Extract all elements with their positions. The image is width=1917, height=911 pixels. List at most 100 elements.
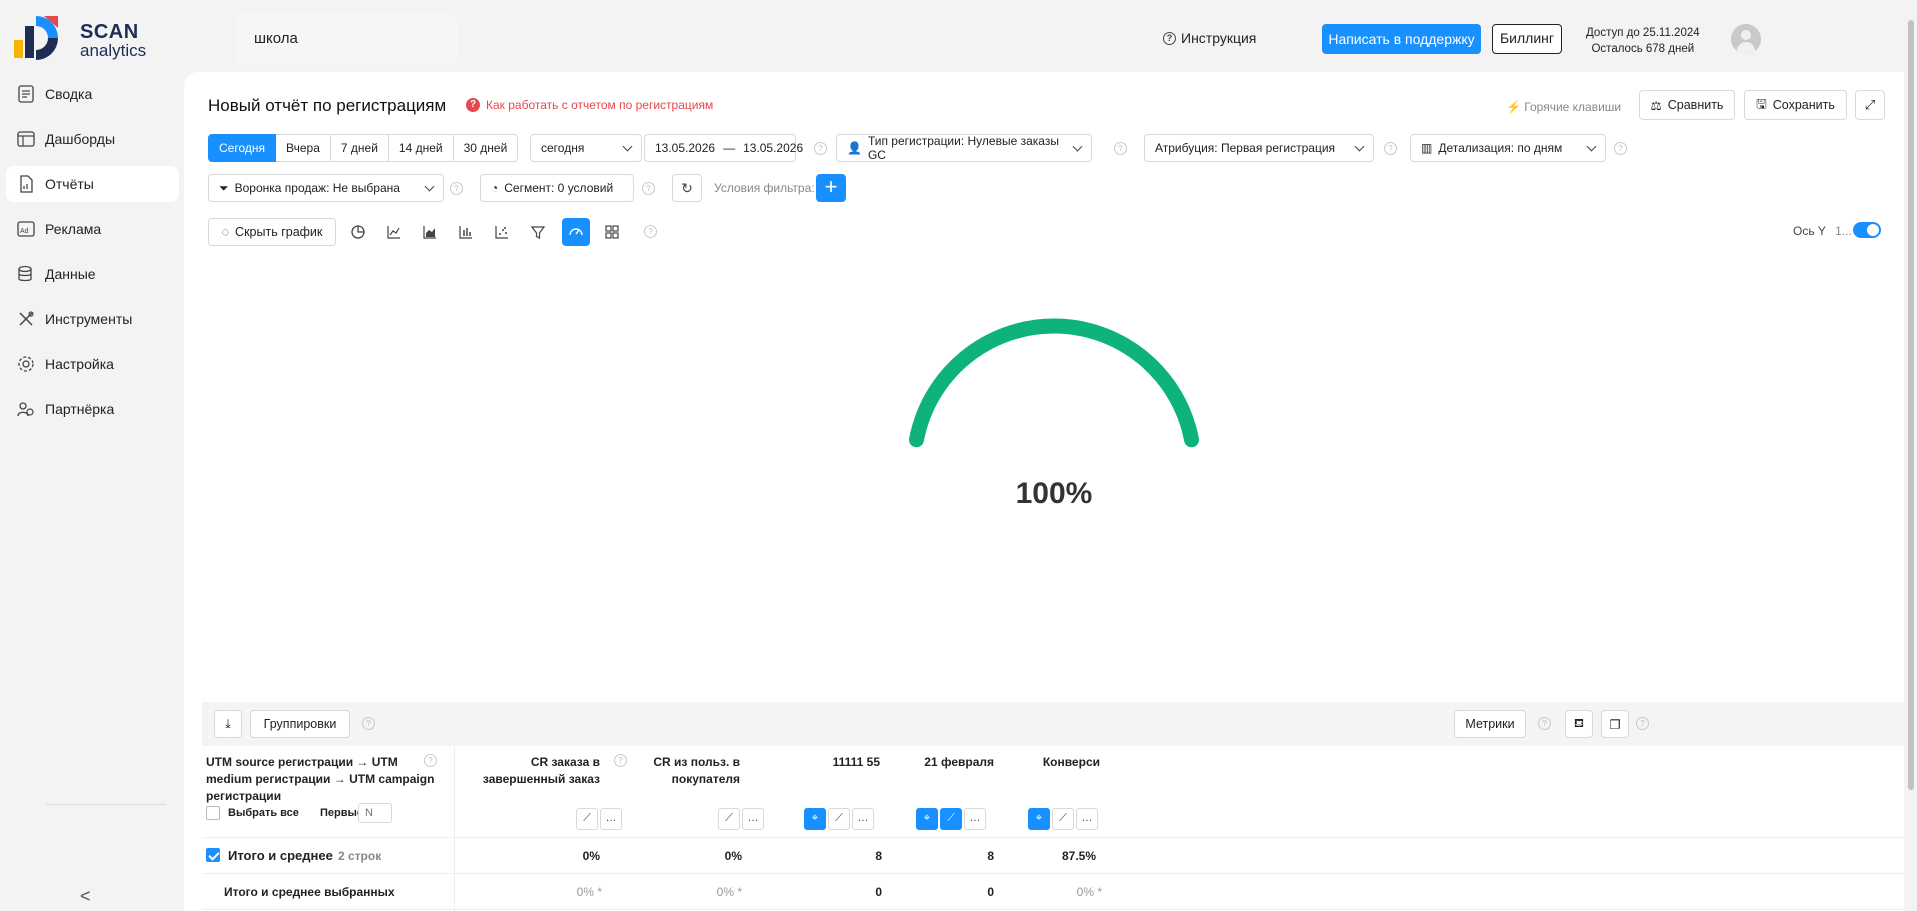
metrics-button[interactable]: Метрики — [1454, 710, 1526, 738]
chart-type-pie[interactable] — [344, 218, 372, 246]
svg-text:Ad: Ad — [20, 228, 29, 235]
report-panel: Новый отчёт по регистрациям ? Как работа… — [184, 72, 1904, 911]
segment-select[interactable]: ◔ Сегмент: 0 условий — [480, 174, 634, 202]
help-icon[interactable]: ? — [1614, 142, 1627, 155]
select-all-checkbox[interactable] — [206, 806, 220, 820]
help-icon[interactable]: ? — [814, 142, 827, 155]
help-icon[interactable]: ? — [1538, 717, 1551, 730]
date-range-picker[interactable]: 13.05.2026 — 13.05.2026 — [644, 134, 803, 162]
instructions-link[interactable]: ? Инструкция — [1163, 30, 1256, 46]
column-header[interactable]: CR заказа в завершенный заказ — [470, 754, 600, 788]
sidebar-item-ads[interactable]: Ad Реклама — [6, 211, 179, 247]
project-selector[interactable]: школа — [236, 14, 458, 64]
sidebar-item-settings[interactable]: Настройка — [6, 346, 179, 382]
date-separator: — — [723, 141, 736, 155]
chart-type-scatter[interactable] — [488, 218, 516, 246]
copy-button[interactable]: ❐ — [1601, 710, 1629, 738]
add-condition-button[interactable]: + — [816, 174, 846, 202]
chart-toggle-button[interactable]: ⟋ — [576, 808, 598, 830]
help-icon[interactable]: ? — [424, 754, 437, 767]
user-avatar[interactable] — [1731, 24, 1761, 54]
howto-link[interactable]: ? Как работать с отчетом по регистрациям — [466, 98, 713, 112]
refresh-button[interactable]: ↻ — [672, 174, 702, 202]
save-button[interactable]: 🖫 Сохранить — [1744, 90, 1847, 120]
period-7-days[interactable]: 7 дней — [330, 134, 389, 162]
crosshair-icon: ⌖ — [811, 812, 819, 824]
help-icon[interactable]: ? — [450, 182, 463, 195]
paint-bucket-icon: ⛾ — [1573, 716, 1585, 730]
ads-icon: Ad — [16, 219, 36, 239]
chart-type-line[interactable] — [380, 218, 408, 246]
target-button[interactable]: ⌖ — [1028, 808, 1050, 830]
help-icon[interactable]: ? — [644, 225, 657, 238]
funnel-select[interactable]: ⏷ Воронка продаж: Не выбрана — [208, 174, 444, 202]
fullscreen-button[interactable]: ⤢ — [1855, 90, 1885, 120]
period-select[interactable]: сегодня — [530, 134, 642, 162]
billing-button[interactable]: Биллинг — [1492, 24, 1562, 54]
period-today[interactable]: Сегодня — [208, 134, 276, 162]
line-chart-icon: ⟋ — [583, 812, 591, 824]
sidebar-item-summary[interactable]: Сводка — [6, 76, 179, 112]
period-30-days[interactable]: 30 дней — [453, 134, 519, 162]
chart-toggle-button[interactable]: ⟋ — [828, 808, 850, 830]
axis-y-toggle[interactable] — [1853, 222, 1881, 238]
sidebar-item-data[interactable]: Данные — [6, 256, 179, 292]
detail-select[interactable]: ▥ Детализация: по дням — [1410, 134, 1606, 162]
column-menu-button[interactable]: … — [1076, 808, 1098, 830]
chart-type-grid[interactable] — [598, 218, 626, 246]
chart-type-bar[interactable] — [452, 218, 480, 246]
sidebar-item-tools[interactable]: Инструменты — [6, 301, 179, 337]
column-menu-button[interactable]: … — [964, 808, 986, 830]
download-button[interactable]: ⤓ — [214, 710, 242, 738]
row-checkbox[interactable] — [206, 848, 220, 862]
hide-chart-button[interactable]: ◌ Скрыть график — [208, 218, 336, 246]
support-button[interactable]: Написать в поддержку — [1322, 24, 1481, 54]
sidebar-item-dashboards[interactable]: Дашборды — [6, 121, 179, 157]
more-icon: … — [747, 812, 759, 824]
scan-analytics-logo[interactable]: SCAN analytics — [14, 14, 154, 62]
period-yesterday[interactable]: Вчера — [276, 134, 331, 162]
column-header[interactable]: CR из польз. в покупателя — [610, 754, 740, 788]
axis-sort-label[interactable]: 1... — [1835, 224, 1852, 238]
cell-value: 0% — [724, 849, 742, 863]
chart-type-area[interactable] — [416, 218, 444, 246]
period-14-days[interactable]: 14 дней — [388, 134, 454, 162]
gauge-chart — [908, 318, 1200, 448]
groupings-button[interactable]: Группировки — [250, 710, 350, 738]
chart-toggle-button[interactable]: ⟋ — [940, 808, 962, 830]
cell-value: 0% * — [576, 885, 602, 899]
chart-toggle-button[interactable]: ⟋ — [1052, 808, 1074, 830]
clear-format-button[interactable]: ⛾ — [1565, 710, 1593, 738]
column-header[interactable]: 11111 55 — [750, 754, 880, 771]
sidebar-item-label: Настройка — [45, 356, 114, 372]
collapse-sidebar-button[interactable]: < — [80, 886, 91, 907]
column-menu-button[interactable]: … — [600, 808, 622, 830]
compare-button[interactable]: ⚖ Сравнить — [1639, 90, 1735, 120]
help-icon[interactable]: ? — [642, 182, 655, 195]
chart-toggle-button[interactable]: ⟋ — [718, 808, 740, 830]
pie-chart-icon — [351, 225, 365, 239]
target-button[interactable]: ⌖ — [804, 808, 826, 830]
help-icon[interactable]: ? — [362, 717, 375, 730]
column-menu-button[interactable]: … — [852, 808, 874, 830]
help-icon[interactable]: ? — [1384, 142, 1397, 155]
download-icon: ⤓ — [225, 716, 231, 731]
column-header[interactable]: Конверси — [970, 754, 1100, 771]
first-n-input[interactable] — [358, 803, 392, 823]
sidebar-item-reports[interactable]: Отчёты — [6, 166, 179, 202]
chart-type-funnel[interactable] — [524, 218, 552, 246]
gauge-arc — [908, 318, 1200, 448]
attribution-select[interactable]: Атрибуция: Первая регистрация — [1144, 134, 1374, 162]
target-button[interactable]: ⌖ — [916, 808, 938, 830]
column-menu-button[interactable]: … — [742, 808, 764, 830]
help-icon[interactable]: ? — [1114, 142, 1127, 155]
help-icon[interactable]: ? — [1636, 717, 1649, 730]
crosshair-icon: ⌖ — [923, 812, 931, 824]
scrollbar[interactable] — [1908, 20, 1914, 790]
sidebar-item-partners[interactable]: Партнёрка — [6, 391, 179, 427]
registration-type-select[interactable]: 👤 Тип регистрации: Нулевые заказы GC — [836, 134, 1092, 162]
chart-type-gauge[interactable] — [562, 218, 590, 246]
bar-chart-icon: ▥ — [1421, 141, 1433, 155]
hotkeys-link[interactable]: ⚡ Горячие клавиши — [1506, 100, 1621, 114]
pie-icon: ◔ — [491, 181, 499, 195]
